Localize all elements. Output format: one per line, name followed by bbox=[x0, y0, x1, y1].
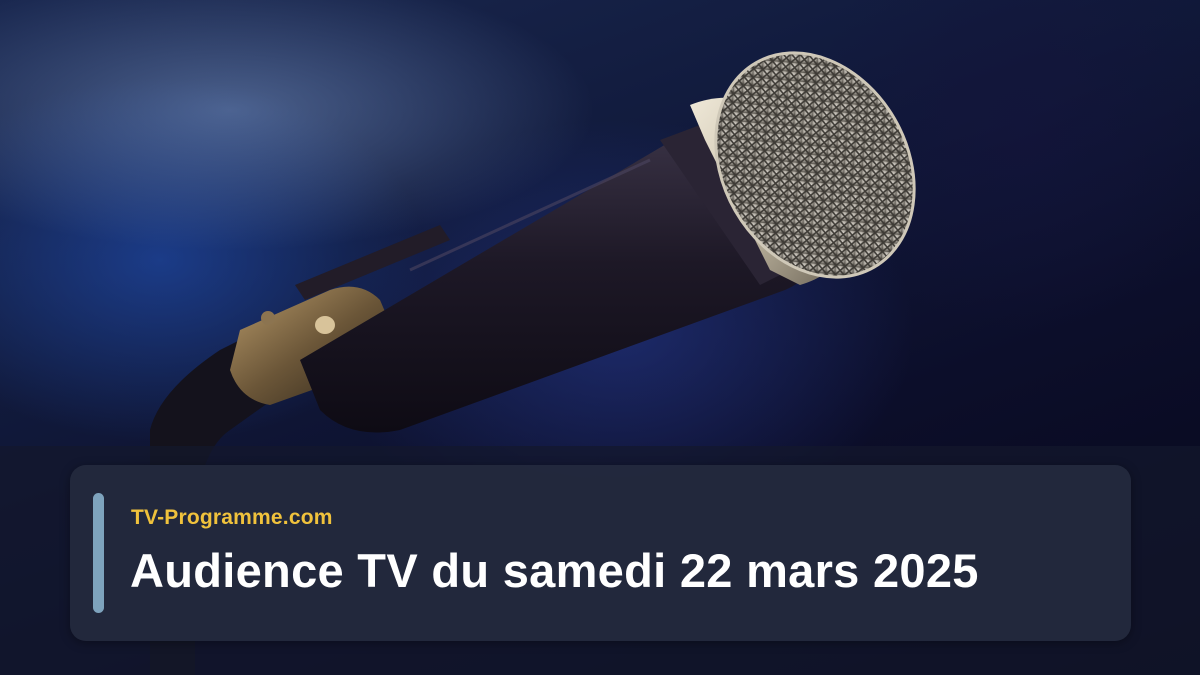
accent-bar bbox=[93, 493, 104, 613]
hero-banner: TV-Programme.com Audience TV du samedi 2… bbox=[0, 0, 1200, 675]
site-name[interactable]: TV-Programme.com bbox=[131, 506, 333, 530]
article-title[interactable]: Audience TV du samedi 22 mars 2025 bbox=[130, 543, 979, 598]
caption-card: TV-Programme.com Audience TV du samedi 2… bbox=[70, 465, 1131, 641]
